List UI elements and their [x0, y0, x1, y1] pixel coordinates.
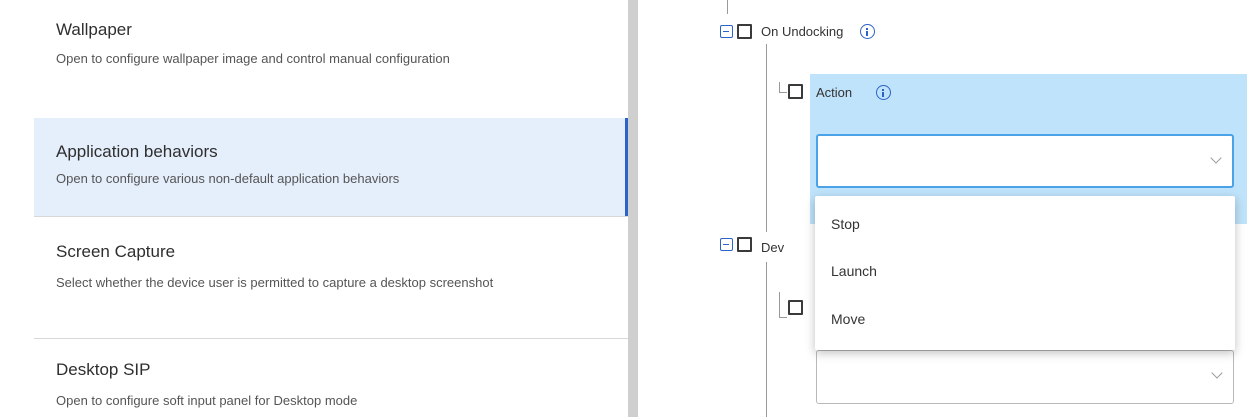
tree-line [779, 92, 787, 93]
chevron-down-icon [1210, 152, 1222, 164]
dropdown-option-launch[interactable]: Launch [831, 263, 877, 279]
pane-splitter[interactable] [628, 0, 638, 417]
category-wallpaper[interactable]: Wallpaper Open to configure wallpaper im… [34, 0, 628, 118]
child-select[interactable] [816, 350, 1234, 404]
action-label: Action [816, 85, 853, 100]
action-checkbox[interactable] [788, 84, 803, 99]
category-description: Select whether the device user is permit… [56, 275, 494, 290]
on-undocking-checkbox[interactable] [737, 24, 752, 39]
category-description: Open to configure soft input panel for D… [56, 393, 358, 408]
collapse-icon[interactable] [720, 25, 733, 38]
dev-label: Dev [761, 240, 785, 255]
category-title: Desktop SIP [56, 360, 151, 379]
dev-checkbox[interactable] [737, 237, 752, 252]
tree-line [779, 292, 780, 317]
tree-line [766, 44, 767, 232]
tree-line [727, 0, 728, 14]
dropdown-option-move[interactable]: Move [831, 311, 865, 327]
info-icon[interactable] [876, 85, 891, 100]
category-title: Wallpaper [56, 20, 132, 39]
chevron-down-icon [1211, 367, 1223, 379]
category-list: Wallpaper Open to configure wallpaper im… [0, 0, 628, 417]
collapse-icon[interactable] [720, 238, 733, 251]
child-checkbox[interactable] [788, 300, 803, 315]
info-icon[interactable] [860, 24, 875, 39]
category-application-behaviors[interactable]: Application behaviors Open to configure … [34, 118, 628, 216]
dropdown-option-stop[interactable]: Stop [831, 216, 860, 232]
tree-line [779, 82, 780, 92]
tree-line [779, 317, 787, 318]
action-select[interactable] [816, 134, 1234, 188]
category-description: Open to configure various non-default ap… [56, 171, 400, 186]
settings-tree: On Undocking Action Dev Stop Launch Move [638, 0, 1247, 417]
category-description: Open to configure wallpaper image and co… [56, 51, 450, 66]
category-screen-capture[interactable]: Screen Capture Select whether the device… [34, 216, 628, 338]
action-dropdown-menu: Stop Launch Move [815, 196, 1235, 350]
category-title: Application behaviors [56, 142, 218, 161]
tree-line [766, 262, 767, 417]
on-undocking-label: On Undocking [761, 24, 844, 39]
category-desktop-sip[interactable]: Desktop SIP Open to configure soft input… [34, 338, 628, 417]
category-title: Screen Capture [56, 242, 176, 261]
